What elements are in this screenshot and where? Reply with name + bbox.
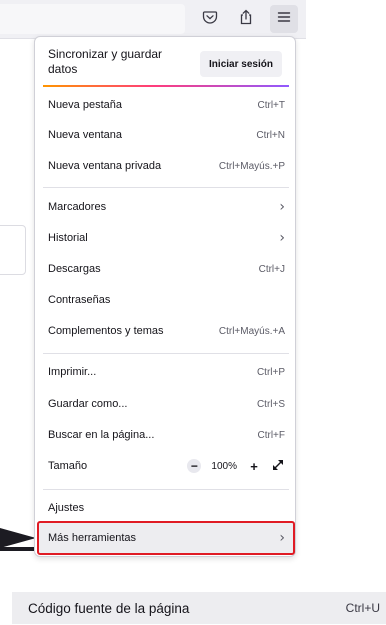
menu-item-label: Nueva ventana privada: [48, 160, 162, 172]
menu-item-label: Ajustes: [48, 502, 85, 514]
menu-item-bookmarks[interactable]: Marcadores ›: [39, 192, 293, 222]
menu-item-shortcut: Ctrl+Mayús.+A: [218, 325, 285, 337]
app-menu-panel: Sincronizar y guardar datos Iniciar sesi…: [34, 36, 296, 557]
menu-item-find-in-page[interactable]: Buscar en la página... Ctrl+F: [39, 420, 293, 450]
pocket-button[interactable]: [196, 5, 224, 33]
menu-separator: [43, 489, 289, 490]
app-menu-button[interactable]: [270, 5, 298, 33]
menu-item-shortcut: Ctrl+J: [258, 263, 285, 275]
menu-item-label: Buscar en la página...: [48, 429, 155, 441]
menu-item-new-private-window[interactable]: Nueva ventana privada Ctrl+Mayús.+P: [39, 151, 293, 181]
menu-item-label: Contraseñas: [48, 294, 111, 306]
menu-item-shortcut: Ctrl+P: [256, 366, 285, 378]
url-bar[interactable]: [0, 4, 185, 34]
menu-item-settings[interactable]: Ajustes: [39, 493, 293, 523]
share-button[interactable]: [232, 5, 260, 33]
menu-item-zoom: Tamaño − 100% +: [39, 451, 293, 481]
submenu-item-label: Código fuente de la página: [28, 600, 190, 616]
zoom-out-button[interactable]: −: [187, 459, 202, 473]
menu-item-label: Historial: [48, 232, 88, 244]
menu-item-print[interactable]: Imprimir... Ctrl+P: [39, 357, 293, 387]
menu-item-label: Marcadores: [48, 201, 107, 213]
menu-item-label: Más herramientas: [48, 532, 137, 544]
menu-separator: [43, 187, 289, 188]
chevron-right-icon: ›: [279, 230, 285, 246]
background-page-graphic-strip: [0, 547, 36, 551]
background-page-card: [0, 225, 26, 275]
menu-item-label: Nueva ventana: [48, 129, 122, 141]
background-page-graphic: [0, 528, 36, 548]
menu-item-shortcut: Ctrl+Mayús.+P: [218, 160, 285, 172]
menu-item-label: Imprimir...: [48, 366, 97, 378]
pocket-icon: [202, 9, 218, 30]
zoom-in-button[interactable]: +: [247, 459, 261, 474]
menu-item-label: Descargas: [48, 263, 101, 275]
menu-item-downloads[interactable]: Descargas Ctrl+J: [39, 254, 293, 284]
fullscreen-icon: [272, 459, 284, 474]
menu-item-addons-themes[interactable]: Complementos y temas Ctrl+Mayús.+A: [39, 316, 293, 346]
zoom-controls: − 100% +: [187, 459, 285, 474]
menu-separator: [43, 353, 289, 354]
menu-item-label: Tamaño: [48, 460, 88, 472]
browser-toolbar: [0, 0, 306, 38]
menu-item-shortcut: Ctrl+S: [256, 398, 285, 410]
sync-accent-bar: [43, 85, 289, 87]
menu-item-new-tab[interactable]: Nueva pestaña Ctrl+T: [39, 90, 293, 120]
fullscreen-button[interactable]: [271, 459, 285, 473]
menu-item-shortcut: Ctrl+N: [256, 129, 285, 141]
sign-in-button[interactable]: Iniciar sesión: [200, 51, 282, 77]
sync-description: Sincronizar y guardar datos: [48, 47, 163, 76]
submenu-item-page-source[interactable]: Código fuente de la página Ctrl+U: [12, 592, 386, 624]
submenu-item-shortcut: Ctrl+U: [345, 601, 380, 615]
chevron-right-icon: ›: [279, 530, 285, 546]
menu-item-label: Complementos y temas: [48, 325, 164, 337]
menu-item-label: Guardar como...: [48, 398, 128, 410]
menu-item-more-tools[interactable]: Más herramientas ›: [37, 521, 295, 555]
menu-item-shortcut: Ctrl+F: [257, 429, 286, 441]
menu-item-history[interactable]: Historial ›: [39, 223, 293, 253]
menu-item-save-as[interactable]: Guardar como... Ctrl+S: [39, 389, 293, 419]
sync-section: Sincronizar y guardar datos Iniciar sesi…: [35, 41, 295, 85]
menu-item-shortcut: Ctrl+T: [257, 99, 286, 111]
chevron-right-icon: ›: [279, 199, 285, 215]
hamburger-menu-icon: [276, 9, 292, 30]
menu-item-passwords[interactable]: Contraseñas: [39, 285, 293, 315]
menu-item-new-window[interactable]: Nueva ventana Ctrl+N: [39, 120, 293, 150]
zoom-level[interactable]: 100%: [211, 461, 237, 472]
share-icon: [238, 9, 254, 30]
menu-item-label: Nueva pestaña: [48, 99, 122, 111]
